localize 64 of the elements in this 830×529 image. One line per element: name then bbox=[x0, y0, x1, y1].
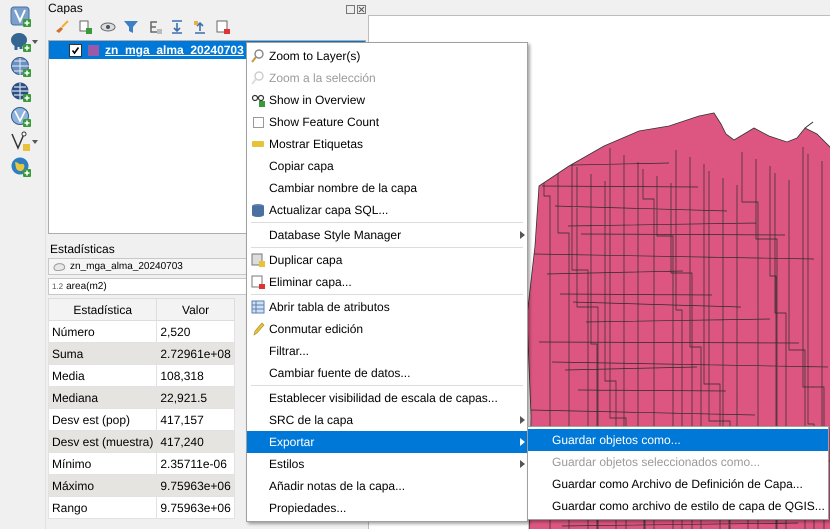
table-cell: 22,921.5 bbox=[156, 386, 234, 408]
column-header[interactable]: Valor bbox=[156, 298, 234, 320]
table-cell: Desv est (muestra) bbox=[48, 430, 157, 452]
dropdown-caret-icon[interactable] bbox=[31, 138, 39, 144]
table-cell: 2.72961e+08 bbox=[156, 342, 234, 364]
table-icon bbox=[251, 300, 265, 314]
table-cell: 417,240 bbox=[156, 430, 234, 452]
menu-item[interactable]: Filtrar... bbox=[247, 340, 527, 362]
checkbox[interactable] bbox=[252, 116, 264, 128]
pencil-icon bbox=[251, 322, 265, 336]
magnifier-icon bbox=[251, 49, 265, 63]
menu-item[interactable]: Establecer visibilidad de escala de capas... bbox=[247, 387, 527, 409]
menu-item[interactable]: Cambiar fuente de datos... bbox=[247, 362, 527, 384]
magnifier-icon bbox=[251, 71, 265, 85]
glasses-icon bbox=[251, 93, 265, 107]
database-icon bbox=[251, 203, 265, 217]
table-cell: Rango bbox=[48, 496, 157, 518]
layer-name: zn_mga_alma_20240703 bbox=[105, 43, 244, 57]
filter-icon[interactable] bbox=[123, 19, 139, 35]
paintbrush-icon[interactable] bbox=[54, 19, 70, 35]
field-type-label: 1.2 bbox=[52, 282, 64, 291]
menu-item[interactable]: Show in Overview bbox=[247, 89, 527, 111]
close-icon[interactable] bbox=[357, 5, 366, 14]
menu-item[interactable]: Guardar objetos como... bbox=[528, 429, 828, 451]
layer-group-icon[interactable] bbox=[77, 19, 93, 35]
elephant-icon[interactable] bbox=[10, 31, 31, 52]
duplicate-layer-icon bbox=[251, 253, 265, 267]
menu-item[interactable]: Cambiar nombre de la capa bbox=[247, 177, 527, 199]
table-cell: 9.75963e+06 bbox=[156, 496, 234, 518]
vertex-icon[interactable] bbox=[10, 131, 31, 152]
menu-item[interactable]: Propiedades... bbox=[247, 497, 527, 519]
dropdown-caret-icon[interactable] bbox=[31, 38, 39, 44]
table-cell: Mediana bbox=[48, 386, 157, 408]
remove-layer-icon bbox=[251, 275, 265, 289]
menu-item[interactable]: Abrir tabla de atributos bbox=[247, 296, 527, 318]
globe-icon[interactable] bbox=[10, 56, 31, 77]
menu-item[interactable]: Show Feature Count bbox=[247, 111, 527, 133]
collapse-all-icon[interactable] bbox=[192, 19, 208, 35]
menu-item[interactable]: Mostrar Etiquetas bbox=[247, 133, 527, 155]
menu-item[interactable]: Actualizar capa SQL... bbox=[247, 199, 527, 221]
menu-item[interactable]: Añadir notas de la capa... bbox=[247, 475, 527, 497]
globe-icon[interactable] bbox=[10, 81, 31, 102]
table-cell: 9.75963e+06 bbox=[156, 474, 234, 496]
menu-item[interactable]: Estilos bbox=[247, 453, 527, 475]
checkmark-icon bbox=[71, 46, 80, 54]
menu-item[interactable]: Database Style Manager bbox=[247, 224, 527, 246]
menu-item[interactable]: Exportar bbox=[247, 431, 527, 453]
polygon-layer-icon bbox=[53, 262, 67, 271]
table-cell: Máximo bbox=[48, 474, 157, 496]
expand-all-icon[interactable] bbox=[169, 19, 185, 35]
column-header[interactable]: Estadística bbox=[48, 298, 157, 320]
menu-item[interactable]: Guardar como Archivo de Definición de Capa... bbox=[528, 473, 828, 495]
menu-item[interactable]: Copiar capa bbox=[247, 155, 527, 177]
checkbox[interactable] bbox=[69, 44, 82, 56]
globe-icon[interactable] bbox=[10, 156, 31, 177]
globe-icon[interactable] bbox=[10, 106, 31, 127]
vector-layer-icon[interactable] bbox=[10, 6, 31, 27]
panel-title: Estadísticas bbox=[49, 242, 116, 256]
remove-layer-icon[interactable] bbox=[215, 19, 231, 35]
float-icon[interactable] bbox=[346, 5, 355, 14]
menu-item[interactable]: Conmutar edición bbox=[247, 318, 527, 340]
table-cell: Suma bbox=[48, 342, 157, 364]
menu-item[interactable]: SRC de la capa bbox=[247, 409, 527, 431]
menu-item[interactable]: Guardar como archivo de estilo de capa de QGIS... bbox=[528, 495, 828, 517]
